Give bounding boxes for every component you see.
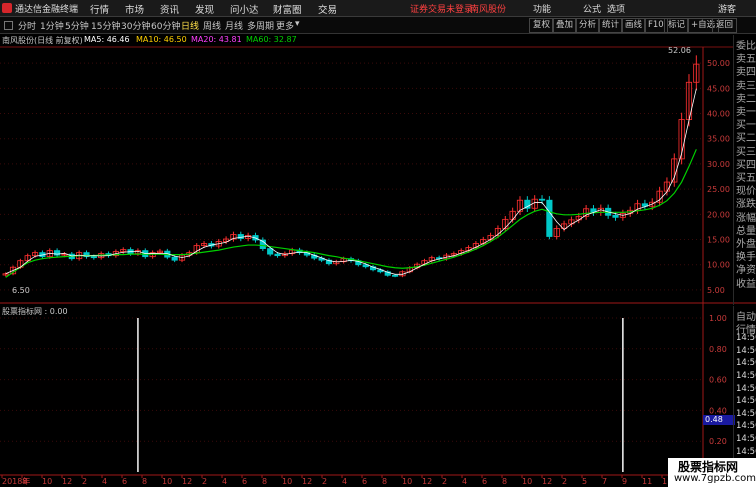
price-axis-label: 5.00: [707, 286, 725, 295]
candle-body: [274, 253, 281, 257]
x-axis-label: 2: [82, 477, 87, 486]
x-axis-label: 4: [222, 477, 227, 486]
x-axis-label: 4: [462, 477, 467, 486]
tick-time: 14:50: [736, 446, 756, 457]
tick-time: 14:50: [736, 371, 756, 381]
watermark-url: www.7gpzb.com: [674, 473, 756, 484]
side-label: 收益: [736, 278, 756, 290]
indicator-axis-label: 1.00: [709, 314, 727, 323]
x-axis-label: 8: [382, 477, 387, 486]
tick-time: 14:50: [736, 396, 756, 407]
x-axis-label: 10: [522, 477, 532, 486]
tick-time: 14:50: [736, 408, 756, 419]
price-axis-label: 35.00: [707, 135, 730, 144]
x-axis-label: 12: [422, 477, 432, 486]
price-axis-label: 10.00: [707, 261, 730, 270]
indicator-value-badge: 0.48: [703, 415, 735, 425]
tick-time: 14:50: [736, 383, 756, 394]
candle-body: [267, 248, 274, 255]
candle-body: [538, 198, 546, 201]
tick-time: 14:50: [736, 345, 756, 356]
x-axis-label: 4: [102, 477, 107, 486]
x-axis-label: 2: [322, 477, 327, 486]
candle-body: [546, 199, 553, 237]
candle-body: [392, 274, 399, 277]
x-axis-label: 9: [622, 477, 627, 486]
x-axis-label: 12: [182, 477, 192, 486]
indicator-axis-label: 0.20: [709, 437, 727, 446]
x-axis-label: 8: [262, 477, 267, 486]
x-axis-label: 8: [142, 477, 147, 486]
price-axis-label: 30.00: [707, 160, 730, 169]
kline-chart[interactable]: 2018年8 10 12 2 4 6 8 10 12 2 4 6 8 10 12 2 4 6 8 10 12 2 4 6 8 10…: [0, 0, 756, 487]
candle-body: [171, 256, 178, 261]
watermark: 股票指标网 www.7gpzb.com: [668, 458, 756, 487]
x-axis-label: 12: [302, 477, 312, 486]
x-axis-label: 6: [122, 477, 127, 486]
x-axis-label: 8: [502, 477, 507, 486]
x-axis-label: 10: [282, 477, 292, 486]
ma5-line: [5, 88, 697, 275]
low-annotation: 6.50: [12, 286, 30, 295]
x-axis-label: 2: [562, 477, 567, 486]
price-axis-label: 50.00: [707, 59, 730, 68]
x-axis-label: 1: [662, 477, 667, 486]
candle-body: [90, 256, 97, 259]
price-axis-label: 25.00: [707, 185, 730, 194]
x-axis-label: 2: [442, 477, 447, 486]
price-axis-label: 40.00: [707, 110, 730, 119]
price-axis-label: 20.00: [707, 210, 730, 219]
x-axis-label: 4: [342, 477, 347, 486]
candlesticks: [2, 55, 700, 278]
x-axis-label: 10: [402, 477, 412, 486]
x-axis-label: 5: [582, 477, 587, 486]
candle-body: [524, 199, 531, 209]
x-axis-label: 8: [22, 477, 27, 486]
tick-side-panel: 自动行情14:5014:5014:5014:5014:5014:5014:501…: [733, 306, 756, 476]
price-axis-label: 15.00: [707, 236, 730, 245]
high-annotation: 52.06: [668, 46, 691, 55]
x-axis-label: 12: [542, 477, 552, 486]
x-axis-label: 11: [642, 477, 652, 486]
indicator-axis-label: 0.80: [709, 345, 727, 354]
x-axis-label: 10: [42, 477, 52, 486]
x-axis-label: 12: [62, 477, 72, 486]
tick-time: 14:50: [736, 421, 756, 432]
x-axis-label: 6: [482, 477, 487, 486]
tick-time: 14:50: [736, 434, 756, 444]
x-axis-label: 10: [162, 477, 172, 486]
price-axis-label: 45.00: [707, 84, 730, 93]
x-axis-label: 2: [202, 477, 207, 486]
indicator-axis-label: 0.60: [709, 376, 727, 385]
candle-body: [612, 214, 619, 218]
x-axis-label: 6: [362, 477, 367, 486]
indicator-title: 股票指标网 : 0.00: [2, 307, 68, 316]
x-axis-label: 7: [602, 477, 607, 486]
tick-time: 14:50: [736, 333, 756, 344]
tick-time: 14:50: [736, 358, 756, 369]
quote-side-panel: 委比 卖五 卖四 卖三 卖二 卖一 买一 买二 买三 买四 买五 现价 涨跌 涨幅 总量 外盘 换手 净资 收益: [733, 35, 756, 305]
x-axis-label: 6: [242, 477, 247, 486]
